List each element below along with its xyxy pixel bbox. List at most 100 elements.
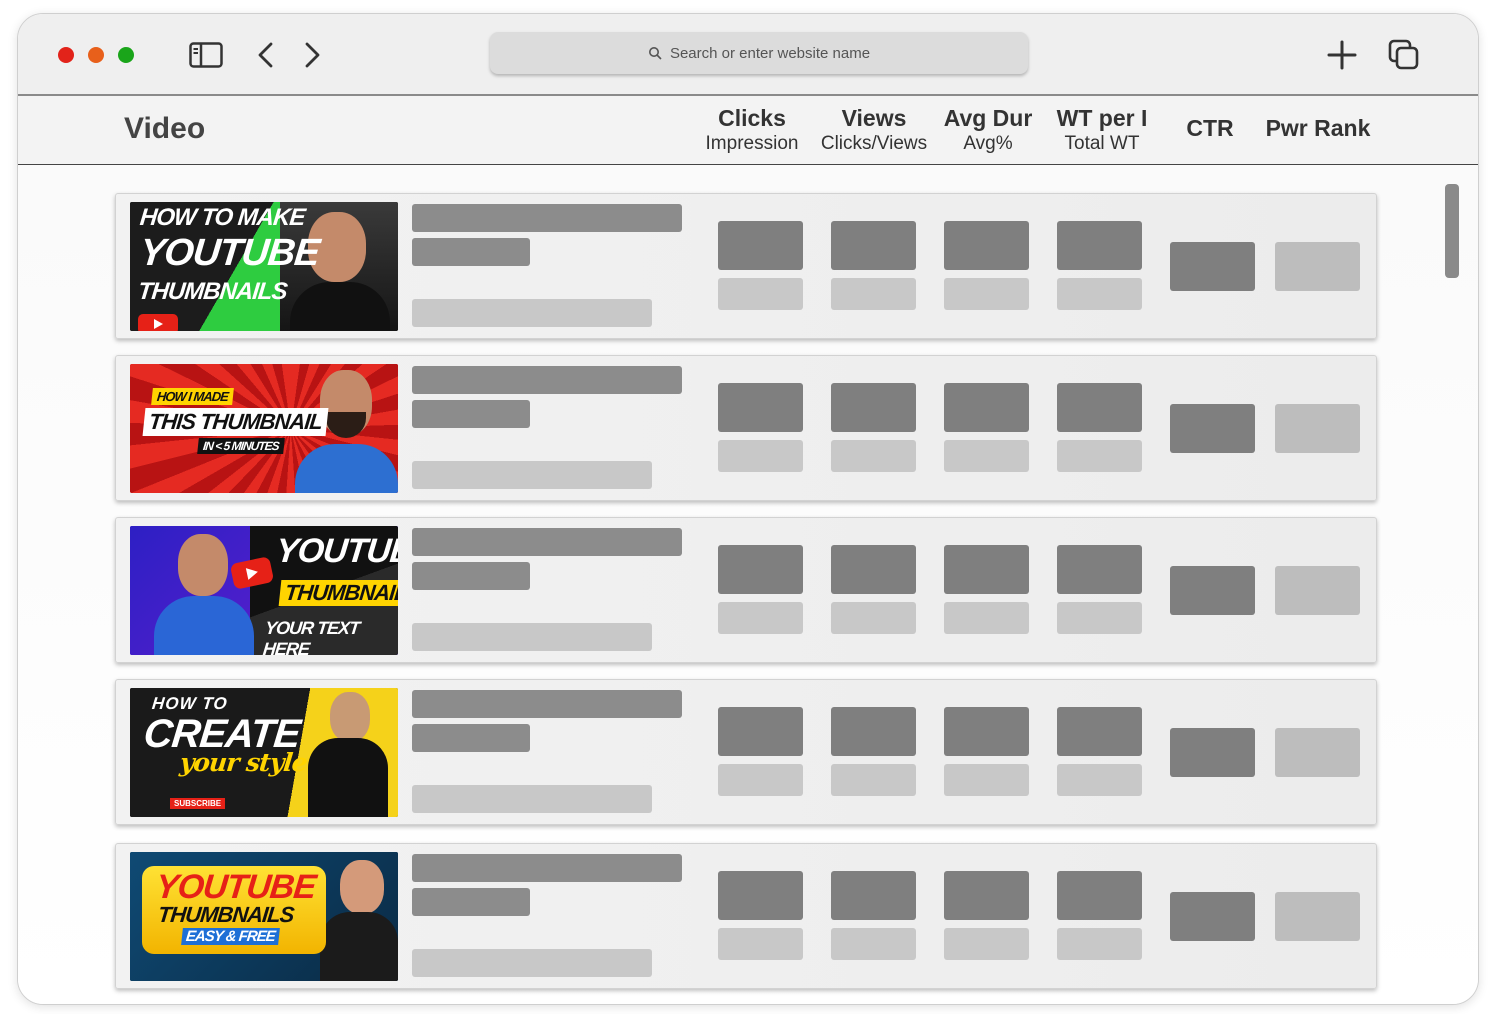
scrollbar-thumb[interactable] <box>1445 184 1459 278</box>
table-row[interactable]: HOW TO MAKE YOUTUBE THUMBNAILS <box>115 193 1377 339</box>
url-bar[interactable]: Search or enter website name <box>490 32 1028 74</box>
video-thumbnail[interactable]: YOUTUBE THUMBNAIL YOUR TEXT HERE <box>130 526 398 655</box>
forward-icon[interactable] <box>294 38 330 72</box>
table-row[interactable]: YOUTUBE THUMBNAIL YOUR TEXT HERE <box>115 517 1377 663</box>
clicks-value <box>718 383 803 432</box>
title-placeholder <box>412 366 682 394</box>
ctr-value <box>1170 892 1255 941</box>
clicks-views-value <box>831 764 916 796</box>
total-wt-value <box>1057 278 1142 310</box>
video-thumbnail[interactable]: HOW I MADE THIS THUMBNAIL IN < 5 MINUTES <box>130 364 398 493</box>
video-list: HOW TO MAKE YOUTUBE THUMBNAILS HOW I MAD… <box>18 165 1478 1004</box>
meta-placeholder <box>412 785 652 813</box>
clicks-value <box>718 221 803 270</box>
meta-placeholder <box>412 623 652 651</box>
video-thumbnail[interactable]: HOW TO CREATE your style SUBSCRIBE <box>130 688 398 817</box>
views-value <box>831 221 916 270</box>
clicks-value <box>718 545 803 594</box>
back-icon[interactable] <box>248 38 284 72</box>
minimize-window-button[interactable] <box>88 47 104 63</box>
ctr-value <box>1170 566 1255 615</box>
views-value <box>831 545 916 594</box>
clicks-views-value <box>831 278 916 310</box>
column-header-avg-dur[interactable]: Avg Dur Avg% <box>928 105 1048 157</box>
subtitle-placeholder <box>412 562 530 590</box>
column-header-ctr[interactable]: CTR <box>1150 115 1270 141</box>
views-value <box>831 383 916 432</box>
title-placeholder <box>412 690 682 718</box>
wt-per-i-value <box>1057 871 1142 920</box>
ctr-value <box>1170 242 1255 291</box>
total-wt-value <box>1057 440 1142 472</box>
avg-dur-value <box>944 707 1029 756</box>
clicks-value <box>718 871 803 920</box>
column-header-clicks[interactable]: Clicks Impression <box>692 105 812 157</box>
avg-dur-value <box>944 221 1029 270</box>
avg-dur-value <box>944 545 1029 594</box>
table-header: Video Clicks Impression Views Clicks/Views… <box>18 96 1478 165</box>
video-thumbnail[interactable]: HOW TO MAKE YOUTUBE THUMBNAILS <box>130 202 398 331</box>
column-header-wt-per-i[interactable]: WT per I Total WT <box>1042 105 1162 157</box>
total-wt-value <box>1057 764 1142 796</box>
pwr-rank-value <box>1275 404 1360 453</box>
avg-dur-value <box>944 383 1029 432</box>
wt-per-i-value <box>1057 707 1142 756</box>
avg-dur-value <box>944 871 1029 920</box>
subtitle-placeholder <box>412 724 530 752</box>
subtitle-placeholder <box>412 400 530 428</box>
table-row[interactable]: HOW TO CREATE your style SUBSCRIBE <box>115 679 1377 825</box>
total-wt-value <box>1057 602 1142 634</box>
browser-toolbar: Search or enter website name <box>18 14 1478 96</box>
clicks-views-value <box>831 928 916 960</box>
avg-percent-value <box>944 764 1029 796</box>
table-row[interactable]: HOW I MADE THIS THUMBNAIL IN < 5 MINUTES <box>115 355 1377 501</box>
title-placeholder <box>412 528 682 556</box>
clicks-views-value <box>831 440 916 472</box>
title-placeholder <box>412 854 682 882</box>
page-title: Video <box>124 112 206 145</box>
pwr-rank-value <box>1275 892 1360 941</box>
impression-value <box>718 278 803 310</box>
subtitle-placeholder <box>412 238 530 266</box>
column-header-views[interactable]: Views Clicks/Views <box>814 105 934 157</box>
pwr-rank-value <box>1275 566 1360 615</box>
clicks-value <box>718 707 803 756</box>
subscribe-badge: SUBSCRIBE <box>170 798 226 809</box>
ctr-value <box>1170 404 1255 453</box>
table-row[interactable]: YOUTUBE THUMBNAILS EASY & FREE <box>115 843 1377 989</box>
browser-window: Search or enter website name Video Click… <box>17 13 1479 1005</box>
avg-percent-value <box>944 602 1029 634</box>
wt-per-i-value <box>1057 221 1142 270</box>
title-placeholder <box>412 204 682 232</box>
pwr-rank-value <box>1275 728 1360 777</box>
meta-placeholder <box>412 299 652 327</box>
wt-per-i-value <box>1057 383 1142 432</box>
subtitle-placeholder <box>412 888 530 916</box>
ctr-value <box>1170 728 1255 777</box>
video-thumbnail[interactable]: YOUTUBE THUMBNAILS EASY & FREE <box>130 852 398 981</box>
avg-percent-value <box>944 278 1029 310</box>
impression-value <box>718 928 803 960</box>
wt-per-i-value <box>1057 545 1142 594</box>
meta-placeholder <box>412 949 652 977</box>
tabs-icon[interactable] <box>1386 38 1422 72</box>
plus-icon[interactable] <box>1324 38 1360 72</box>
search-icon <box>648 47 662 60</box>
maximize-window-button[interactable] <box>118 47 134 63</box>
pwr-rank-value <box>1275 242 1360 291</box>
meta-placeholder <box>412 461 652 489</box>
sidebar-icon[interactable] <box>188 38 224 72</box>
url-placeholder: Search or enter website name <box>669 44 871 62</box>
total-wt-value <box>1057 928 1142 960</box>
avg-percent-value <box>944 928 1029 960</box>
views-value <box>831 871 916 920</box>
views-value <box>831 707 916 756</box>
column-header-pwr-rank[interactable]: Pwr Rank <box>1258 115 1378 141</box>
close-window-button[interactable] <box>58 47 74 63</box>
impression-value <box>718 602 803 634</box>
avg-percent-value <box>944 440 1029 472</box>
impression-value <box>718 440 803 472</box>
impression-value <box>718 764 803 796</box>
youtube-play-icon <box>138 314 178 331</box>
clicks-views-value <box>831 602 916 634</box>
